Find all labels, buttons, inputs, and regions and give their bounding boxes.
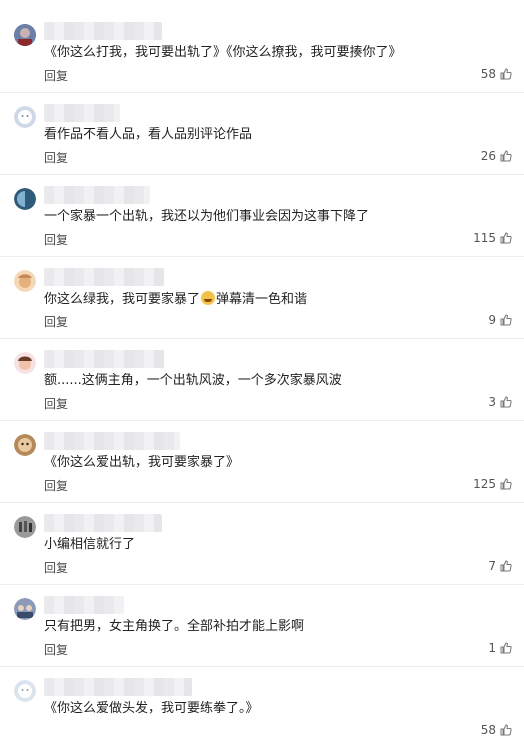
like-count: 125 (473, 477, 496, 491)
comment-item: 看作品不看人品，看人品别评论作品 回复 26 (0, 92, 524, 175)
like-button[interactable]: 58 (481, 67, 512, 81)
like-count: 9 (488, 313, 496, 327)
like-count: 58 (480, 67, 496, 81)
reply-button[interactable]: 回复 (44, 67, 68, 84)
like-button[interactable]: 7 (488, 559, 512, 573)
like-count: 7 (488, 559, 496, 573)
avatar[interactable] (14, 24, 36, 46)
reply-button[interactable]: 回复 (44, 149, 68, 166)
username-blurred[interactable] (44, 678, 192, 696)
reply-button[interactable]: 回复 (44, 395, 68, 412)
comment-item: 《你这么爱出轨，我可要家暴了》 回复 125 (0, 420, 524, 503)
like-count: 3 (488, 395, 496, 409)
thumb-up-icon (500, 68, 512, 80)
avatar[interactable] (14, 188, 36, 210)
avatar[interactable] (14, 680, 36, 702)
reply-button[interactable]: 回复 (44, 313, 68, 330)
thumb-up-icon (500, 560, 512, 572)
comment-item: 只有把男，女主角换了。全部补拍才能上影啊 回复 1 (0, 584, 524, 667)
avatar[interactable] (14, 352, 36, 374)
user-avatar-icon (14, 106, 36, 128)
comment-text: 看作品不看人品，看人品别评论作品 (44, 127, 253, 142)
thumb-up-icon (500, 396, 512, 408)
laughing-emoji-icon (201, 291, 216, 305)
username-blurred[interactable] (44, 596, 124, 614)
comment-text: 一个家暴一个出轨，我还以为他们事业会因为这事下降了 (44, 209, 370, 224)
like-button[interactable]: 26 (481, 149, 512, 163)
avatar[interactable] (14, 106, 36, 128)
comment-text: 你这么绿我，我可要家暴了 弹幕清一色和谐 (44, 291, 504, 308)
thumb-up-icon (500, 232, 512, 244)
thumb-up-icon (500, 478, 512, 490)
thumb-up-icon (500, 724, 512, 736)
comment-text: 只有把男，女主角换了。全部补拍才能上影啊 (44, 619, 305, 634)
comment-text: 《你这么爱出轨，我可要家暴了》 (44, 455, 240, 470)
comment-text: 《你这么爱做头发，我可要练拳了。》 (44, 701, 259, 716)
like-button[interactable]: 1 (488, 641, 512, 655)
comment-list: 《你这么打我，我可要出轨了》《你这么撩我，我可要揍你了》 回复 58 看作品不看… (0, 0, 524, 737)
comment-text: 小编相信就行了 (44, 537, 136, 552)
like-button[interactable]: 58 (481, 723, 512, 737)
user-avatar-icon (14, 680, 36, 702)
user-avatar-icon (14, 516, 36, 538)
like-button[interactable]: 115 (473, 231, 512, 245)
avatar[interactable] (14, 516, 36, 538)
username-blurred[interactable] (44, 104, 120, 122)
thumb-up-icon (500, 314, 512, 326)
reply-button[interactable]: 回复 (44, 559, 68, 576)
username-blurred[interactable] (44, 350, 164, 368)
like-button[interactable]: 125 (473, 477, 512, 491)
reply-button[interactable]: 回复 (44, 231, 68, 248)
username-blurred[interactable] (44, 432, 180, 450)
username-blurred[interactable] (44, 22, 162, 40)
comment-item: 小编相信就行了 回复 7 (0, 502, 524, 585)
comment-text: 额......这俩主角，一个出轨风波，一个多次家暴风波 (44, 373, 342, 388)
user-avatar-icon (14, 598, 36, 620)
thumb-up-icon (500, 150, 512, 162)
reply-button[interactable]: 回复 (44, 641, 68, 658)
comment-item: 《你这么爱做头发，我可要练拳了。》 58 (0, 666, 524, 748)
like-count: 58 (480, 723, 496, 737)
user-avatar-icon (14, 434, 36, 456)
comment-item: 额......这俩主角，一个出轨风波，一个多次家暴风波 回复 3 (0, 338, 524, 421)
avatar[interactable] (14, 598, 36, 620)
username-blurred[interactable] (44, 186, 150, 204)
user-avatar-icon (14, 270, 36, 292)
comment-item: 你这么绿我，我可要家暴了 弹幕清一色和谐 回复 9 (0, 256, 524, 339)
comment-text-part: 弹幕清一色和谐 (216, 292, 308, 307)
like-count: 115 (473, 231, 496, 245)
username-blurred[interactable] (44, 514, 162, 532)
comment-item: 《你这么打我，我可要出轨了》《你这么撩我，我可要揍你了》 回复 58 (0, 10, 524, 93)
comment-text: 《你这么打我，我可要出轨了》《你这么撩我，我可要揍你了》 (44, 45, 402, 60)
thumb-up-icon (500, 642, 512, 654)
like-count: 26 (480, 149, 496, 163)
comment-item: 一个家暴一个出轨，我还以为他们事业会因为这事下降了 回复 115 (0, 174, 524, 257)
user-avatar-icon (14, 188, 36, 210)
like-button[interactable]: 9 (488, 313, 512, 327)
like-button[interactable]: 3 (488, 395, 512, 409)
avatar[interactable] (14, 434, 36, 456)
comment-text-part: 你这么绿我，我可要家暴了 (44, 292, 201, 307)
user-avatar-icon (14, 24, 36, 46)
reply-button[interactable]: 回复 (44, 477, 68, 494)
user-avatar-icon (14, 352, 36, 374)
like-count: 1 (488, 641, 496, 655)
username-blurred[interactable] (44, 268, 164, 286)
avatar[interactable] (14, 270, 36, 292)
